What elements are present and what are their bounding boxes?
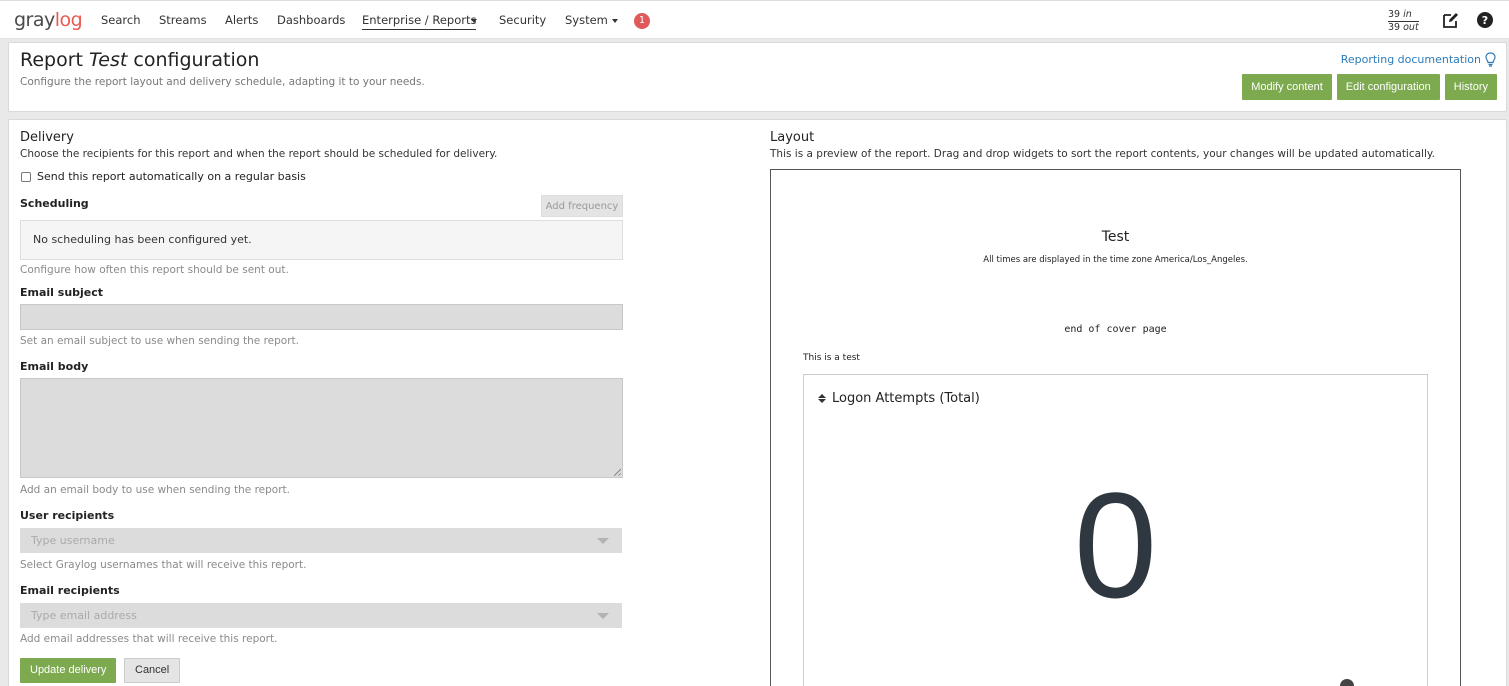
trend-icon [1340,679,1354,686]
email-recipients-dropdown-icon[interactable] [597,613,609,619]
auto-send-checkbox-row[interactable]: Send this report automatically on a regu… [21,170,306,183]
header-actions: Modify content Edit configuration Histor… [1242,74,1497,100]
graylog-logo[interactable]: graylog [14,9,83,31]
nav-security[interactable]: Security [499,13,546,27]
preview-report-description: This is a test [803,353,860,363]
email-recipients-placeholder: Type email address [31,609,137,622]
preview-report-title: Test [1101,229,1130,245]
add-frequency-button[interactable]: Add frequency [541,195,623,217]
widget-title: Logon Attempts (Total) [818,391,980,406]
user-recipients-help: Select Graylog usernames that will recei… [20,559,307,571]
user-recipients-dropdown-icon[interactable] [597,538,609,544]
email-subject-help: Set an email subject to use when sending… [20,335,299,347]
nav-dashboards[interactable]: Dashboards [277,13,345,27]
edit-configuration-button[interactable]: Edit configuration [1336,74,1440,100]
email-body-textarea[interactable] [20,378,623,478]
history-button[interactable]: History [1444,74,1497,100]
delivery-description: Choose the recipients for this report an… [20,148,498,160]
modify-content-button[interactable]: Modify content [1242,74,1332,100]
textarea-resize-handle[interactable] [614,469,621,476]
preview-cover-end: end of cover page [1064,324,1167,335]
email-body-help: Add an email body to use when sending th… [20,484,290,496]
update-delivery-button[interactable]: Update delivery [20,658,117,683]
widget-logon-attempts[interactable]: Logon Attempts (Total) 0 [803,374,1428,686]
scheduling-empty-state: No scheduling has been configured yet. [20,220,623,260]
nav-streams[interactable]: Streams [159,13,207,27]
user-recipients-label: User recipients [20,509,115,522]
email-subject-input[interactable] [20,304,623,330]
user-recipients-placeholder: Type username [31,534,115,547]
layout-description: This is a preview of the report. Drag an… [770,148,1435,160]
svg-text:?: ? [1482,14,1488,27]
preview-timezone-note: All times are displayed in the time zone… [983,255,1248,265]
email-body-label: Email body [20,360,89,373]
scheduling-help: Configure how often this report should b… [20,264,289,276]
reporting-documentation-link[interactable]: Reporting documentation [1341,52,1496,67]
nav-enterprise-reports[interactable]: Enterprise / Reports [362,13,477,30]
drag-sort-icon[interactable] [818,394,826,403]
widget-title-text: Logon Attempts (Total) [832,391,980,406]
scheduling-label: Scheduling [20,197,89,210]
cancel-button[interactable]: Cancel [124,658,181,683]
page-subtitle: Configure the report layout and delivery… [20,76,425,88]
throughput-out: 39 out [1388,22,1419,33]
enterprise-caret-icon [471,19,477,23]
top-navbar: graylog Search Streams Alerts Dashboards… [0,0,1509,39]
auto-send-checkbox[interactable] [21,171,31,182]
help-icon[interactable]: ? [1476,11,1494,29]
nav-enterprise-reports-label: Enterprise / Reports [362,13,477,27]
lightbulb-icon [1485,52,1496,67]
email-recipients-label: Email recipients [20,584,120,597]
report-config-panel: Delivery Choose the recipients for this … [8,119,1507,686]
email-subject-label: Email subject [20,286,104,299]
throughput-in: 39 in [1388,9,1419,22]
system-caret-icon [611,18,618,23]
auto-send-label: Send this report automatically on a regu… [37,170,306,183]
report-preview: Test All times are displayed in the time… [770,169,1461,686]
layout-title: Layout [770,130,815,145]
nav-system[interactable]: System [565,13,618,27]
page-header: Report Test configuration Configure the … [8,42,1507,112]
widget-value: 0 [1073,461,1158,629]
email-recipients-select[interactable]: Type email address [20,603,622,628]
page-title: Report Test configuration [20,49,260,71]
notifications-badge[interactable]: 1 [634,13,650,29]
nav-system-label: System [565,13,608,27]
delivery-title: Delivery [20,130,74,145]
nav-search[interactable]: Search [101,13,141,27]
edit-icon[interactable] [1442,11,1460,29]
email-recipients-help: Add email addresses that will receive th… [20,633,278,645]
nav-alerts[interactable]: Alerts [225,13,258,27]
user-recipients-select[interactable]: Type username [20,528,622,553]
throughput-indicator[interactable]: 39 in 39 out [1388,9,1419,33]
